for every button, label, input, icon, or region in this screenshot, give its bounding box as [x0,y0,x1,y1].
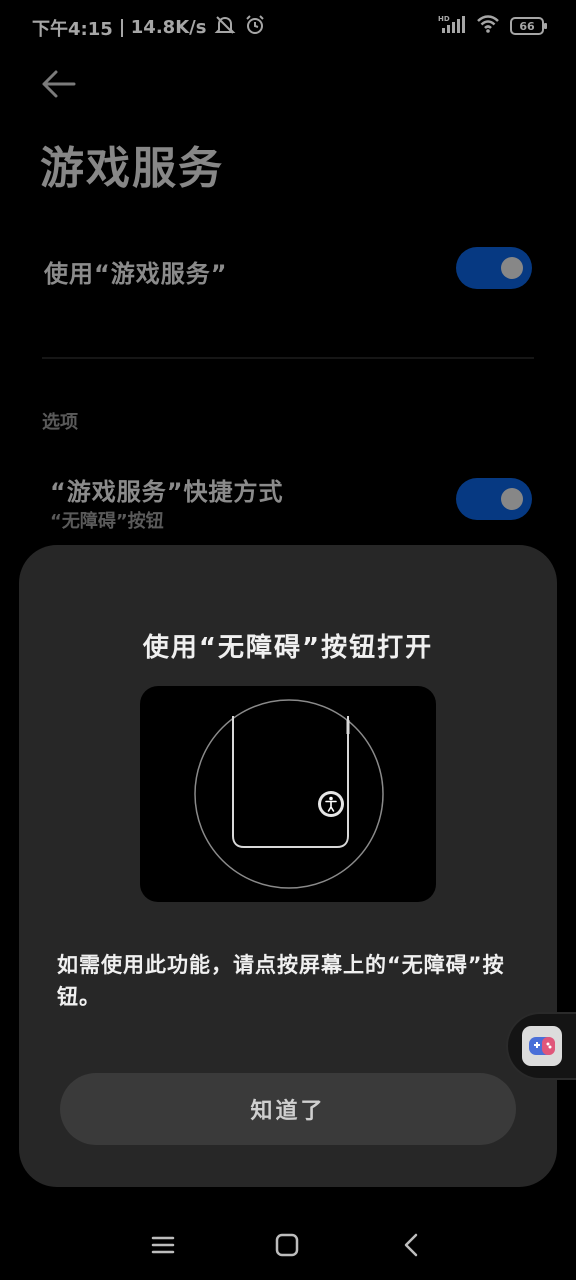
accessibility-dialog: 使用“无障碍”按钮打开 如需使用此功能，请点按屏幕上的“无障碍”按钮。 知道了 [19,545,557,1187]
home-button[interactable] [272,1230,302,1260]
screen: 下午4:15 14.8K/s HD 66 游戏服务 使用“游戏服务” 选项 “游… [0,0,576,1280]
accessibility-illustration [140,686,436,902]
dialog-body: 如需使用此功能，请点按屏幕上的“无障碍”按钮。 [57,953,505,1009]
menu-icon [151,1236,175,1254]
navigation-bar [0,1210,576,1280]
got-it-button[interactable]: 知道了 [60,1073,516,1145]
dialog-title: 使用“无障碍”按钮打开 [142,633,434,663]
phone-illustration-icon [194,699,384,889]
home-icon [275,1233,299,1257]
gamepad-icon [522,1026,562,1066]
menu-button[interactable] [148,1230,178,1260]
floating-game-bubble[interactable] [506,1012,576,1080]
chevron-left-icon [404,1233,418,1257]
nav-back-button[interactable] [396,1230,426,1260]
